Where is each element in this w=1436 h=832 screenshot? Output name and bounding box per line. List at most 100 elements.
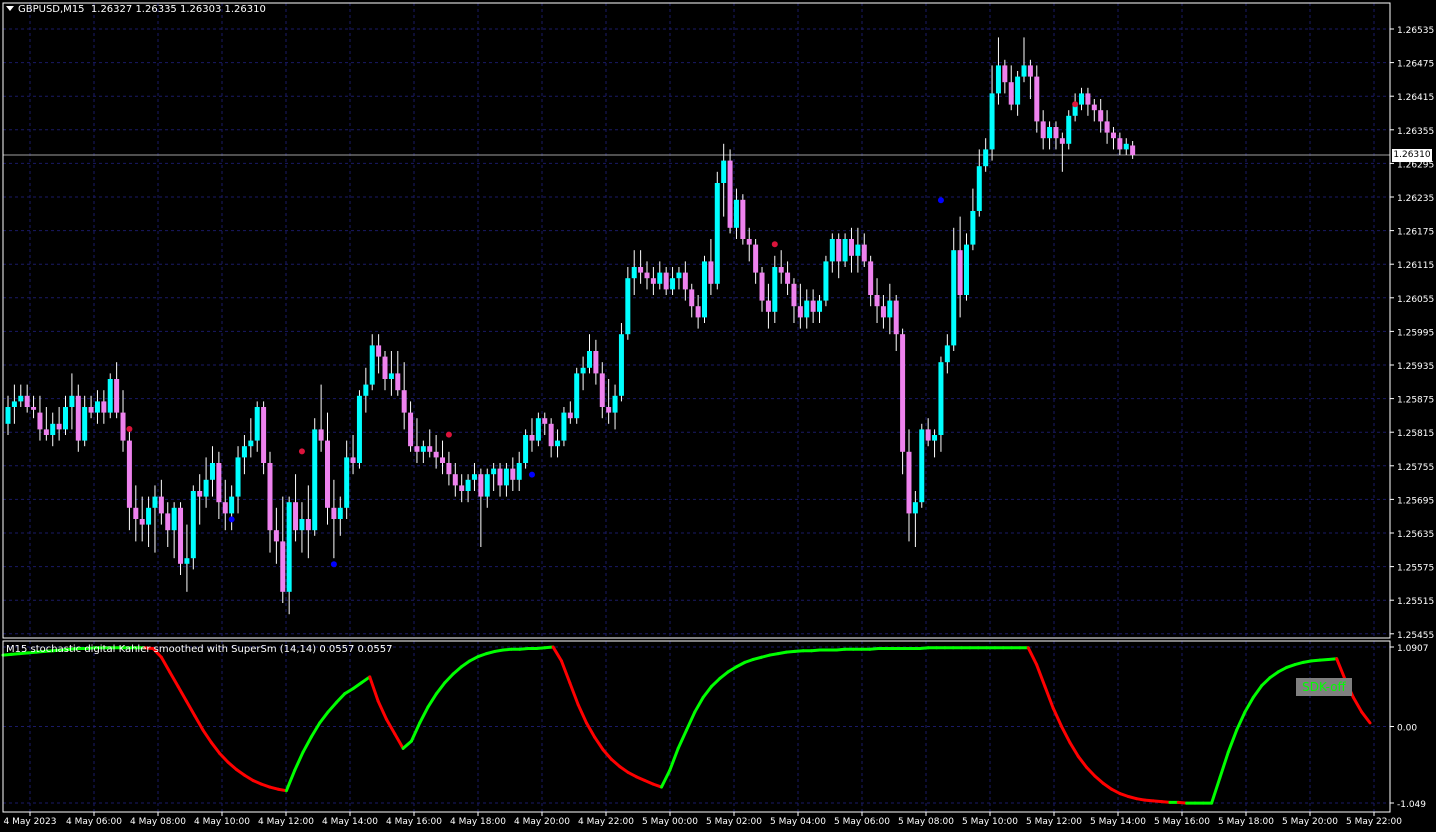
time-axis-label: 5 May 02:00 [706, 817, 762, 827]
chevron-down-icon[interactable] [6, 6, 14, 11]
price-axis-label: 1.26235 [1397, 194, 1434, 204]
bull-candle [842, 239, 848, 262]
bear-candle [567, 412, 573, 419]
bear-candle [178, 507, 184, 564]
indicator-segment-down [1093, 774, 1105, 785]
bull-candle [919, 429, 925, 503]
price-axis-label: 1.25575 [1397, 564, 1434, 574]
indicator-segment-down [168, 670, 180, 688]
bull-candle [229, 496, 235, 514]
bear-candle [682, 272, 688, 290]
bull-candle [299, 519, 305, 531]
bull-candle [184, 558, 190, 564]
price-axis-label: 1.25815 [1397, 429, 1434, 439]
bull-candle [855, 244, 861, 256]
bear-candle [848, 239, 854, 256]
indicator-segment-up [351, 681, 363, 691]
bear-candle [689, 289, 695, 307]
bull-candle [733, 199, 739, 228]
bull-candle [190, 491, 196, 559]
bear-candle [114, 379, 120, 413]
time-axis-label: 4 May 18:00 [450, 817, 506, 827]
bull-candle [82, 407, 88, 441]
indicator-segment-down [593, 735, 605, 752]
bull-candle [586, 351, 592, 368]
down-signal-dot [771, 241, 778, 248]
bull-candle [337, 507, 343, 519]
bear-candle [401, 390, 407, 413]
indicator-segment-down [368, 675, 380, 703]
up-signal-dot [528, 471, 535, 478]
bear-candle [497, 468, 503, 486]
bear-candle [510, 468, 516, 480]
indicator-segment-up [293, 750, 305, 772]
bull-candle [484, 474, 490, 497]
bear-candle [1040, 121, 1046, 139]
indicator-segment-up [1243, 695, 1255, 714]
indicator-segment-up [1226, 728, 1239, 754]
bear-candle [785, 272, 791, 284]
chart-canvas[interactable]: 1.265351.264751.264151.263551.262951.262… [0, 0, 1436, 832]
bull-candle [829, 239, 835, 262]
price-axis-label: 1.25515 [1397, 597, 1434, 607]
time-axis-label: 4 May 16:00 [386, 817, 442, 827]
bull-candle [618, 334, 624, 396]
indicator-segment-down [159, 655, 172, 674]
bear-candle [37, 412, 43, 430]
indicator-segment-down [1101, 781, 1114, 791]
bear-candle [861, 244, 867, 262]
bull-candle [804, 300, 810, 318]
bear-candle [529, 435, 535, 441]
bear-candle [759, 272, 765, 301]
bear-candle [1085, 93, 1091, 105]
bear-candle [957, 250, 963, 295]
bear-candle [165, 513, 171, 531]
bull-candle [471, 474, 477, 480]
bull-candle [63, 407, 69, 430]
indicator-segment-down [218, 751, 230, 764]
bear-candle [433, 451, 439, 458]
bull-candle [995, 65, 1001, 94]
bear-candle [1002, 65, 1008, 83]
symbol-label: GBPUSD,M15 [18, 4, 85, 15]
bull-candle [11, 401, 17, 407]
indicator-segment-down [576, 703, 588, 725]
bull-candle [94, 401, 100, 413]
bear-candle [331, 507, 337, 519]
bear-candle [88, 407, 94, 413]
bear-candle [101, 401, 107, 413]
bull-candle [989, 93, 995, 150]
indicator-segment-up [409, 721, 422, 743]
bull-candle [171, 507, 177, 531]
bull-candle [69, 395, 75, 407]
bull-candle [50, 423, 56, 435]
bear-candle [1098, 110, 1104, 122]
indicator-segment-up [443, 672, 455, 685]
bull-candle [631, 267, 637, 279]
bear-candle [606, 407, 612, 413]
candles-layer [5, 37, 1136, 615]
bear-candle [746, 239, 752, 245]
bull-candle [721, 160, 727, 183]
bear-candle [43, 429, 49, 435]
bear-candle [293, 502, 299, 531]
indicator-segment-up [301, 735, 313, 754]
bull-candle [555, 440, 561, 447]
bull-candle [932, 435, 938, 441]
sdk-status-badge[interactable]: SDK-off [1296, 678, 1352, 696]
bear-candle [56, 423, 62, 430]
indicator-segment-up [401, 739, 413, 750]
time-axis-label: 5 May 20:00 [1282, 817, 1338, 827]
indicator-segment-up [1260, 676, 1272, 688]
indicator-segment-down [584, 721, 597, 739]
price-axis-label: 1.26115 [1397, 261, 1434, 271]
indicator-segment-down [601, 748, 613, 761]
indicator-segment-down [1026, 646, 1039, 667]
indicator-segment-up [309, 721, 322, 739]
bull-candle [1123, 143, 1129, 150]
time-axis-label: 5 May 06:00 [834, 817, 890, 827]
bear-candle [1008, 82, 1014, 105]
bull-candle [363, 384, 369, 396]
down-signal-dot [126, 426, 133, 432]
time-axis-label: 5 May 12:00 [1026, 817, 1082, 827]
